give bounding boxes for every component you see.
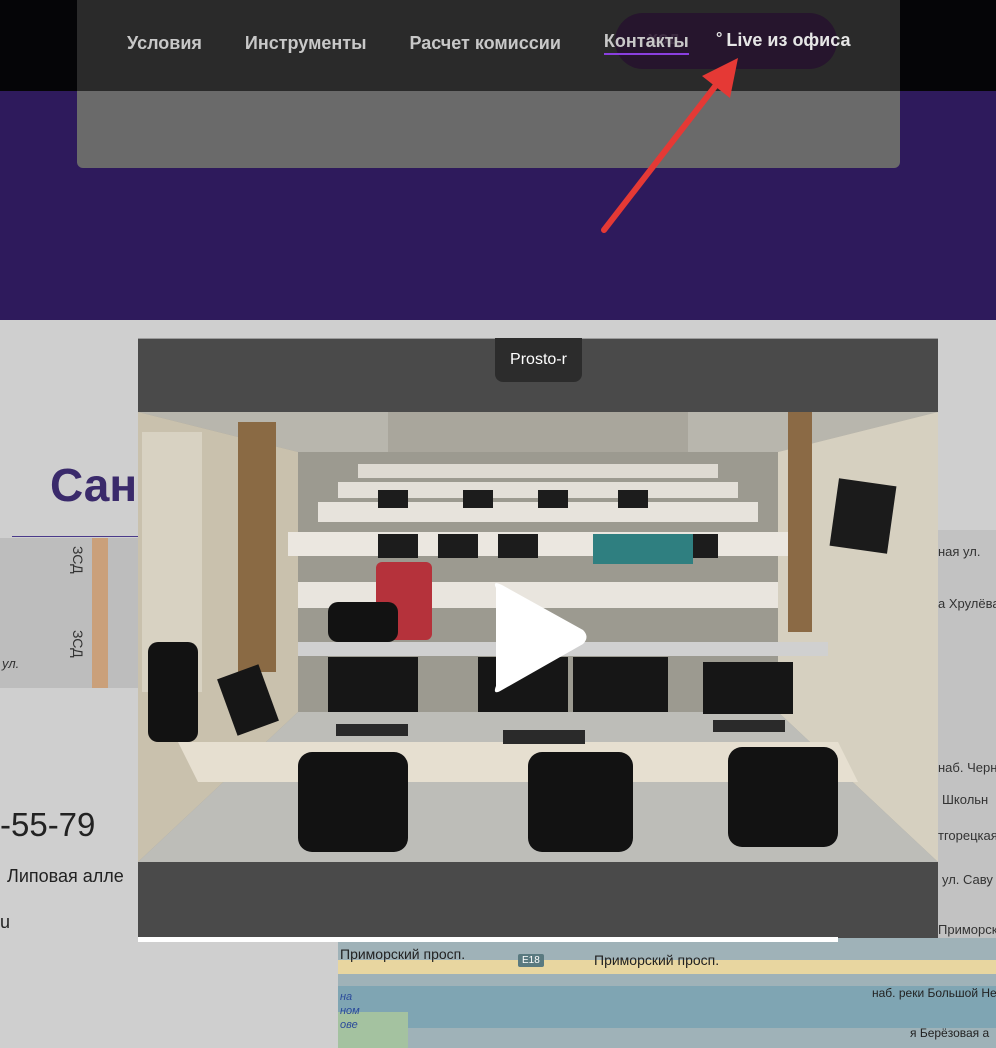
map-street-label: ул. [2, 656, 20, 671]
map-route-badge: E18 [518, 954, 544, 967]
map-road-label: ЗСД [70, 546, 86, 574]
video-progress-bar[interactable] [138, 937, 838, 942]
video-title-chip: Prosto-r [495, 338, 582, 382]
map-label: Школьн [942, 792, 989, 807]
map-road [92, 538, 108, 688]
contacts-map-bottom[interactable]: Приморский просп. E18 Приморский просп. … [338, 938, 996, 1048]
live-dot-icon: ° [716, 30, 723, 47]
map-label: ул. Саву [942, 872, 993, 887]
map-label: наб. реки Большой Не [872, 986, 996, 1000]
map-label: Приморский просп. [340, 946, 466, 962]
map-label: Приморский просп. [594, 952, 720, 968]
annotation-arrow-icon [601, 58, 738, 233]
map-label: а Хрулёва [938, 596, 996, 611]
map-label: ная ул. [938, 544, 981, 559]
page-heading: Сан [50, 459, 138, 511]
nav-item-tools[interactable]: Инструменты [245, 33, 367, 54]
contacts-map-right[interactable]: ная ул. а Хрулёва наб. Черно Школьн тгор… [938, 530, 996, 940]
map-label: на ном ове [340, 991, 360, 1031]
map-road-label: ЗСД [70, 630, 86, 658]
heading-divider [12, 536, 142, 537]
phone-number[interactable]: -55-79 [0, 806, 95, 844]
nav-item-conditions[interactable]: Условия [127, 33, 202, 54]
map-label: наб. Черно [938, 760, 996, 775]
email-link[interactable]: u [0, 912, 10, 933]
play-icon[interactable] [488, 580, 588, 695]
address-text: Липовая алле [7, 866, 124, 886]
map-label: я Берёзовая а [910, 1026, 990, 1040]
live-office-label: Live из офиса [726, 30, 851, 50]
map-label: тгорецкая [938, 828, 996, 843]
nav-item-commission[interactable]: Расчет комиссии [409, 33, 560, 54]
map-label: Приморский пр [938, 922, 996, 937]
nav-item-live-office[interactable]: ° Live из офиса [716, 30, 851, 51]
